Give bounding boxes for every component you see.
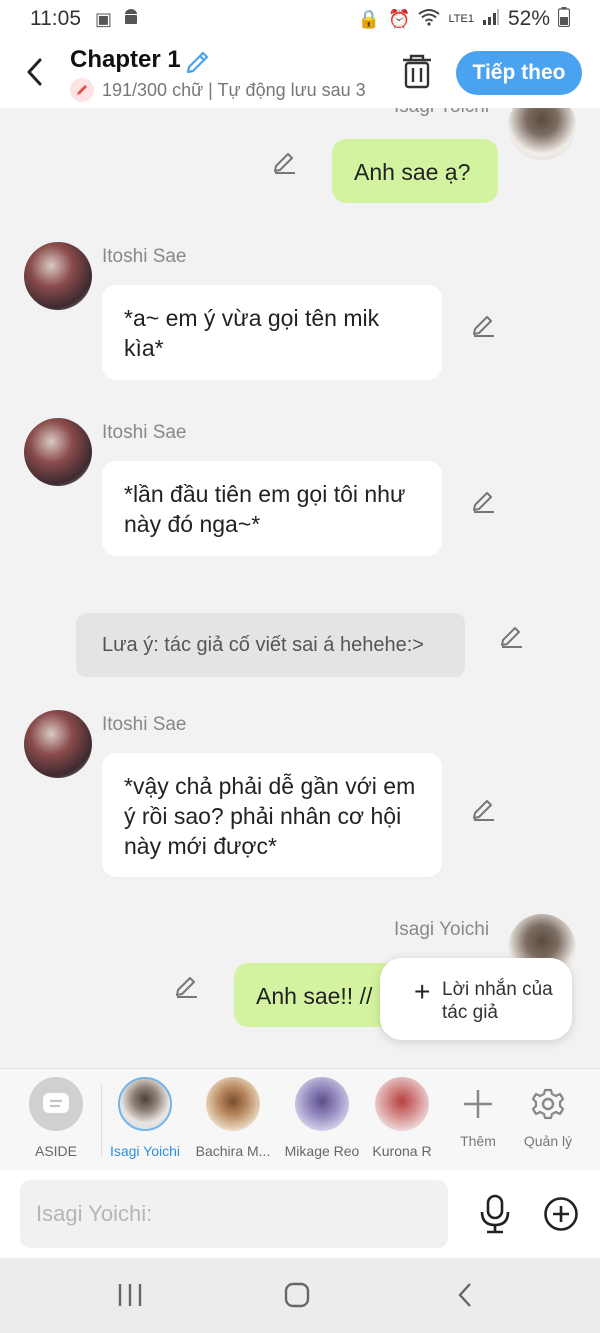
character-kurona[interactable]: Kurona R [360, 1077, 444, 1159]
character-isagi[interactable]: Isagi Yoichi [103, 1077, 187, 1159]
plus-icon: + [414, 976, 431, 1007]
edit-message-icon[interactable] [499, 622, 525, 648]
message-sender: Itoshi Sae [102, 422, 187, 443]
plus-circle-icon [544, 1197, 578, 1231]
chapter-title[interactable]: Chapter 1 [70, 46, 181, 74]
character-name: Mikage Reo [284, 1143, 360, 1159]
signal-icon [482, 8, 500, 30]
message-sender: Isagi Yoichi [394, 108, 489, 118]
pencil-icon [186, 51, 209, 74]
chapter-subline: 191/300 chữ | Tự động lưu sau 3 [70, 78, 376, 102]
character-avatar [118, 1077, 172, 1131]
character-name: ASIDE [34, 1143, 77, 1159]
character-name: Isagi Yoichi [109, 1143, 181, 1159]
composer [0, 1170, 600, 1258]
message-input[interactable] [20, 1180, 448, 1248]
message-bubble[interactable]: *lần đầu tiên em gọi tôi như này đó nga~… [102, 461, 442, 556]
message-sender: Isagi Yoichi [394, 919, 490, 940]
character-name: Kurona R [372, 1143, 432, 1159]
character-bachira[interactable]: Bachira M... [191, 1077, 275, 1159]
system-nav-bar [0, 1258, 600, 1333]
edit-message-icon[interactable] [471, 487, 497, 513]
voice-button[interactable] [478, 1194, 512, 1234]
edit-title-button[interactable] [184, 46, 212, 74]
nav-back-button[interactable] [445, 1280, 485, 1310]
chat-area[interactable]: Isagi Yoichi Anh sae ạ? Itoshi Sae *a~ e… [0, 108, 600, 1068]
author-note[interactable]: Lưa ý: tác giả cố viết sai á hehehe:> [76, 613, 465, 677]
avatar[interactable] [24, 242, 92, 310]
plus-icon [464, 1090, 492, 1118]
status-bar: 11:05 ▣ 🔒 ⏰ LTE1 52% [0, 0, 600, 38]
delete-button[interactable] [400, 54, 434, 90]
trash-icon [403, 54, 431, 89]
lte-label: LTE1 [448, 12, 474, 25]
message-sender: Itoshi Sae [102, 246, 187, 267]
lock-icon: 🔒 [357, 8, 381, 29]
message-bubble[interactable]: Anh sae ạ? [332, 139, 498, 203]
android-icon [122, 8, 140, 31]
character-bar: ASIDE Isagi Yoichi Bachira M... Mikage R… [0, 1068, 600, 1170]
message-sender: Itoshi Sae [102, 714, 187, 735]
wifi-icon [418, 8, 441, 31]
message-bubble[interactable]: *vậy chả phải dễ gần với em ý rồi sao? p… [102, 753, 442, 877]
manage-label: Quản lý [523, 1133, 573, 1149]
home-icon [284, 1282, 310, 1308]
back-button[interactable] [20, 54, 50, 90]
divider [101, 1085, 102, 1157]
recents-icon [118, 1284, 142, 1306]
alarm-icon: ⏰ [388, 8, 411, 29]
character-avatar [295, 1077, 349, 1131]
autosave-text: | Tự động lưu sau 3 [208, 79, 366, 100]
edit-message-icon[interactable] [272, 148, 298, 174]
character-avatar [375, 1077, 429, 1131]
battery-percent: 52% [507, 7, 550, 30]
avatar[interactable] [24, 418, 92, 486]
chevron-left-icon [27, 58, 42, 86]
draft-pencil-icon [70, 78, 94, 102]
recents-button[interactable] [110, 1280, 150, 1310]
add-character-button[interactable]: Thêm [443, 1079, 513, 1149]
avatar[interactable] [24, 710, 92, 778]
chat-bubble-icon [43, 1093, 69, 1113]
gallery-icon: ▣ [95, 8, 113, 29]
attach-button[interactable] [543, 1196, 579, 1232]
avatar[interactable] [508, 108, 576, 160]
character-name: Bachira M... [195, 1143, 271, 1159]
edit-message-icon[interactable] [471, 311, 497, 337]
aside-avatar [29, 1077, 83, 1131]
manage-button[interactable]: Quản lý [513, 1079, 583, 1149]
edit-message-icon[interactable] [174, 972, 200, 998]
edit-message-icon[interactable] [471, 795, 497, 821]
word-count: 191/300 chữ [102, 79, 204, 100]
back-icon [458, 1283, 471, 1307]
status-right: 🔒 ⏰ LTE1 52% [357, 6, 571, 32]
home-button[interactable] [277, 1280, 317, 1310]
author-message-label: Lời nhắn của tác giả [442, 979, 553, 1023]
next-button[interactable]: Tiếp theo [456, 51, 582, 95]
app-header: Chapter 1 191/300 chữ | Tự động lưu sau … [0, 38, 600, 108]
message-bubble[interactable]: *a~ em ý vừa gọi tên mik kìa* [102, 285, 442, 380]
character-reo[interactable]: Mikage Reo [280, 1077, 364, 1159]
microphone-icon [480, 1194, 510, 1234]
gear-icon [531, 1088, 565, 1120]
message-bubble[interactable]: Anh sae!! // [234, 963, 404, 1027]
character-aside[interactable]: ASIDE [14, 1077, 98, 1159]
character-avatar [206, 1077, 260, 1131]
battery-icon [557, 6, 571, 32]
status-time: 11:05 [30, 7, 81, 30]
add-label: Thêm [460, 1133, 496, 1149]
author-message-button[interactable]: + Lời nhắn của tác giả [380, 958, 572, 1040]
